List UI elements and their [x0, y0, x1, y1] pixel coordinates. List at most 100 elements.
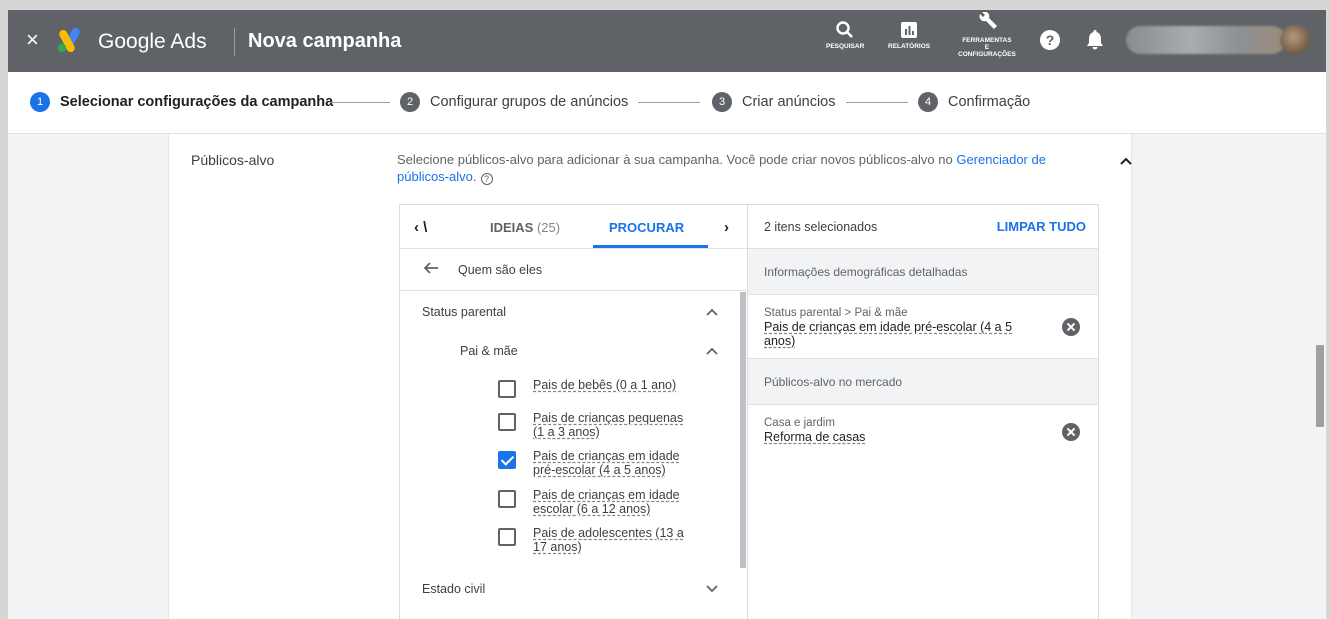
- window-frame-right: [1326, 10, 1330, 619]
- tabs-next-chevron-icon[interactable]: ›: [724, 219, 729, 236]
- step-4-label: Confirmação: [948, 94, 1031, 110]
- selected-count: 2 itens selecionados: [764, 220, 878, 234]
- selected-group-heading-label: Informações demográficas detalhadas: [764, 265, 968, 279]
- remove-circle-icon[interactable]: [1062, 423, 1080, 441]
- selected-item-path: Casa e jardim: [764, 417, 835, 429]
- selected-header: 2 itens selecionados LIMPAR TUDO: [748, 205, 1098, 249]
- section-description-text: Selecione públicos-alvo para adicionar à…: [397, 152, 957, 167]
- account-switcher[interactable]: [1126, 26, 1286, 54]
- search-icon: [836, 21, 854, 38]
- selected-item: Status parental > Pai & mãe Pais de cria…: [748, 295, 1098, 359]
- browse-panel: ‹ \ IDEIAS (25) PROCURAR › Quem são eles…: [399, 204, 748, 619]
- list-scrollbar[interactable]: [740, 292, 746, 568]
- checkbox-unchecked[interactable]: [498, 490, 516, 508]
- step-1-number: 1: [30, 92, 50, 112]
- audience-option[interactable]: Pais de crianças em idade escolar (6 a 1…: [498, 488, 693, 516]
- step-2[interactable]: 2 Configurar grupos de anúncios: [400, 92, 628, 112]
- tab-ideas-count: (25): [536, 220, 561, 235]
- audience-option-label: Pais de adolescentes (13 a 17 anos): [533, 526, 684, 554]
- avatar[interactable]: [1280, 25, 1310, 55]
- step-1-label: Selecionar configurações da campanha: [60, 94, 334, 110]
- tools-label-line1: FERRAMENTAS: [962, 37, 1012, 44]
- browse-tabs: ‹ \ IDEIAS (25) PROCURAR ›: [400, 205, 747, 249]
- bell-icon[interactable]: [1086, 29, 1104, 51]
- tab-search[interactable]: PROCURAR: [609, 220, 684, 235]
- remove-circle-icon[interactable]: [1062, 318, 1080, 336]
- step-4-number: 4: [918, 92, 938, 112]
- step-connector: [330, 102, 390, 103]
- audience-option-label: Pais de crianças em idade escolar (6 a 1…: [533, 488, 680, 516]
- step-4[interactable]: 4 Confirmação: [918, 92, 1030, 112]
- main-content: Públicos-alvo Selecione públicos-alvo pa…: [8, 134, 1326, 619]
- selected-group-heading-label: Públicos-alvo no mercado: [764, 375, 903, 389]
- tab-ideas[interactable]: IDEIAS (25): [490, 220, 560, 235]
- audience-option[interactable]: Pais de crianças em idade pré-escolar (4…: [498, 449, 693, 477]
- audience-option-label: Pais de crianças em idade pré-escolar (4…: [533, 449, 680, 477]
- tools-settings-button[interactable]: FERRAMENTAS E CONFIGURAÇÕES: [958, 12, 1016, 58]
- tools-label-line3: CONFIGURAÇÕES: [958, 51, 1016, 58]
- wrench-icon: [979, 12, 997, 29]
- audience-option[interactable]: Pais de adolescentes (13 a 17 anos): [498, 526, 693, 554]
- selected-item-name: Reforma de casas: [764, 430, 866, 444]
- checkbox-unchecked[interactable]: [498, 380, 516, 398]
- google-ads-logo: [57, 27, 80, 53]
- window-frame-top: [0, 0, 1330, 10]
- search-button-label: PESQUISAR: [826, 43, 865, 50]
- category-label[interactable]: Status parental: [422, 305, 506, 319]
- selected-item: Casa e jardim Reforma de casas: [748, 405, 1098, 469]
- category-label[interactable]: Estado civil: [422, 582, 485, 596]
- chevron-up-icon[interactable]: [706, 308, 718, 316]
- tabs-prev-chevron-icon[interactable]: ‹ \: [414, 219, 427, 236]
- chevron-up-icon[interactable]: [706, 347, 718, 355]
- reports-button[interactable]: RELATÓRIOS: [888, 20, 930, 50]
- step-2-label: Configurar grupos de anúncios: [430, 94, 629, 110]
- tools-label-line2: E: [984, 44, 990, 51]
- step-2-number: 2: [400, 92, 420, 112]
- selected-group-heading: Informações demográficas detalhadas: [748, 249, 1098, 295]
- audience-option[interactable]: Pais de bebês (0 a 1 ano): [498, 378, 693, 398]
- page-scrollbar[interactable]: [1316, 345, 1324, 427]
- step-3-label: Criar anúncios: [742, 94, 836, 110]
- audiences-card: Públicos-alvo Selecione públicos-alvo pa…: [168, 134, 1132, 619]
- section-description: Selecione públicos-alvo para adicionar à…: [397, 151, 1087, 185]
- selected-group-heading: Públicos-alvo no mercado: [748, 359, 1098, 405]
- collapse-section-chevron-up-icon[interactable]: [1119, 156, 1133, 166]
- reports-icon: [901, 22, 918, 38]
- search-button[interactable]: PESQUISAR: [826, 20, 864, 50]
- selected-item-path: Status parental > Pai & mãe: [764, 307, 908, 319]
- clear-all-button[interactable]: LIMPAR TUDO: [997, 219, 1086, 234]
- subcategory-label[interactable]: Pai & mãe: [460, 344, 518, 358]
- selected-item-name: Pais de crianças em idade pré-escolar (4…: [764, 320, 1013, 348]
- app-brand: Google Ads: [98, 30, 207, 53]
- window-frame-left: [0, 10, 8, 619]
- active-tab-indicator: [593, 245, 708, 248]
- audience-option-label: Pais de crianças pequenas (1 a 3 anos): [533, 411, 684, 439]
- arrow-back-icon[interactable]: [422, 259, 440, 277]
- checkbox-unchecked[interactable]: [498, 413, 516, 431]
- close-icon[interactable]: ×: [26, 29, 39, 51]
- page-title: Nova campanha: [248, 30, 402, 52]
- help-circle-icon[interactable]: ?: [480, 173, 493, 185]
- step-3-number: 3: [712, 92, 732, 112]
- step-connector: [638, 102, 700, 103]
- back-row-label: Quem são eles: [458, 263, 543, 277]
- step-1[interactable]: 1 Selecionar configurações da campanha: [30, 92, 333, 112]
- category-tree: Status parental Pai & mãe Pais de bebês …: [400, 292, 740, 619]
- chevron-down-icon[interactable]: [706, 585, 718, 593]
- section-description-suffix: .: [472, 169, 477, 184]
- tab-ideas-label: IDEIAS: [490, 220, 534, 235]
- top-app-bar: × Google Ads Nova campanha PESQUISAR REL…: [8, 10, 1326, 72]
- audience-option-label: Pais de bebês (0 a 1 ano): [533, 378, 677, 392]
- checkbox-unchecked[interactable]: [498, 528, 516, 546]
- audience-option[interactable]: Pais de crianças pequenas (1 a 3 anos): [498, 411, 693, 439]
- title-divider: [234, 28, 235, 56]
- checkbox-checked[interactable]: [498, 451, 516, 469]
- help-icon[interactable]: ?: [1040, 30, 1060, 50]
- back-row: Quem são eles: [400, 249, 747, 291]
- reports-button-label: RELATÓRIOS: [888, 43, 931, 50]
- step-connector: [846, 102, 908, 103]
- campaign-stepper: 1 Selecionar configurações da campanha 2…: [8, 72, 1326, 134]
- selected-panel: 2 itens selecionados LIMPAR TUDO Informa…: [748, 204, 1099, 619]
- section-title: Públicos-alvo: [191, 152, 275, 168]
- step-3[interactable]: 3 Criar anúncios: [712, 92, 836, 112]
